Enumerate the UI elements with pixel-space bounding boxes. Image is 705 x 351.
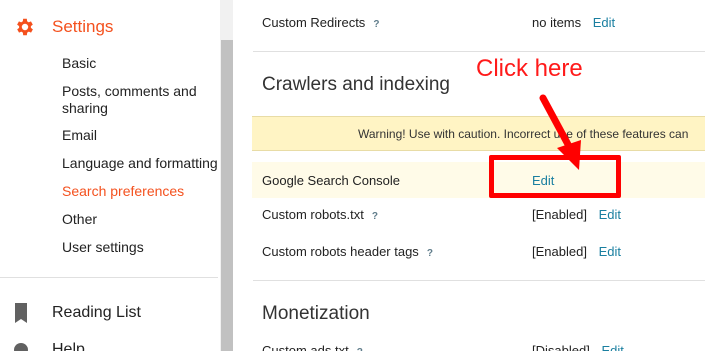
custom-robots-txt-value: [Enabled] — [532, 207, 587, 222]
custom-redirects-value: no items — [532, 15, 582, 30]
sidebar-item-basic[interactable]: Basic — [62, 55, 222, 72]
custom-robots-txt-label: Custom robots.txt — [262, 207, 364, 222]
main-content: Custom Redirects? no items Edit Crawlers… — [233, 0, 705, 351]
sidebar-item-search-preferences[interactable]: Search preferences — [62, 183, 222, 200]
highlight-box — [489, 155, 621, 198]
custom-ads-txt-label: Custom ads.txt — [262, 343, 349, 351]
custom-robots-txt-value-group: [Enabled] Edit — [532, 207, 621, 222]
warning-banner: Warning! Use with caution. Incorrect use… — [252, 116, 705, 151]
divider — [253, 280, 705, 281]
custom-ads-txt-value: [Disabled] — [532, 343, 590, 351]
custom-redirects-label: Custom Redirects — [262, 15, 366, 30]
bookmark-icon — [15, 303, 27, 323]
custom-ads-txt-value-group: [Disabled] Edit — [532, 343, 624, 351]
crawlers-indexing-heading: Crawlers and indexing — [262, 74, 450, 95]
monetization-heading: Monetization — [262, 303, 370, 324]
settings-header[interactable]: Settings — [14, 16, 113, 38]
custom-robots-header-tags-label: Custom robots header tags — [262, 244, 419, 259]
gear-icon — [17, 18, 33, 36]
custom-robots-header-tags-edit-link[interactable]: Edit — [599, 244, 621, 259]
help-icon[interactable]: ? — [373, 19, 379, 30]
sidebar-item-language-formatting[interactable]: Language and formatting — [62, 155, 222, 172]
sidebar-item-reading-list[interactable]: Reading List — [14, 303, 141, 323]
sidebar-divider — [0, 277, 218, 278]
google-search-console-label: Google Search Console — [262, 173, 401, 188]
sidebar-item-email[interactable]: Email — [62, 127, 222, 144]
custom-robots-txt-row: Custom robots.txt? — [262, 207, 378, 222]
custom-robots-header-tags-value: [Enabled] — [532, 244, 587, 259]
help-label: Help — [52, 341, 85, 351]
sidebar: Settings Basic Posts, comments and shari… — [0, 0, 220, 351]
custom-redirects-row: Custom Redirects? — [262, 15, 379, 30]
settings-title: Settings — [52, 17, 114, 36]
custom-robots-header-tags-value-group: [Enabled] Edit — [532, 244, 621, 259]
custom-redirects-edit-link[interactable]: Edit — [593, 15, 615, 30]
sidebar-item-posts-comments-sharing[interactable]: Posts, comments and sharing — [62, 83, 222, 117]
reading-list-label: Reading List — [52, 304, 141, 321]
help-icon[interactable]: ? — [372, 211, 378, 222]
custom-ads-txt-edit-link[interactable]: Edit — [601, 343, 623, 351]
sidebar-item-user-settings[interactable]: User settings — [62, 239, 222, 256]
click-here-annotation: Click here — [476, 55, 583, 82]
help-icon[interactable]: ? — [357, 347, 363, 351]
scrollbar-thumb[interactable] — [221, 40, 233, 351]
sidebar-item-help[interactable]: Help — [14, 340, 85, 351]
custom-robots-header-tags-row: Custom robots header tags? — [262, 244, 433, 259]
sidebar-item-other[interactable]: Other — [62, 211, 222, 228]
help-icon[interactable]: ? — [427, 248, 433, 259]
divider — [253, 51, 705, 52]
custom-redirects-value-group: no items Edit — [532, 15, 615, 30]
custom-ads-txt-row: Custom ads.txt? — [262, 343, 363, 351]
custom-robots-txt-edit-link[interactable]: Edit — [599, 207, 621, 222]
help-icon — [14, 343, 28, 351]
